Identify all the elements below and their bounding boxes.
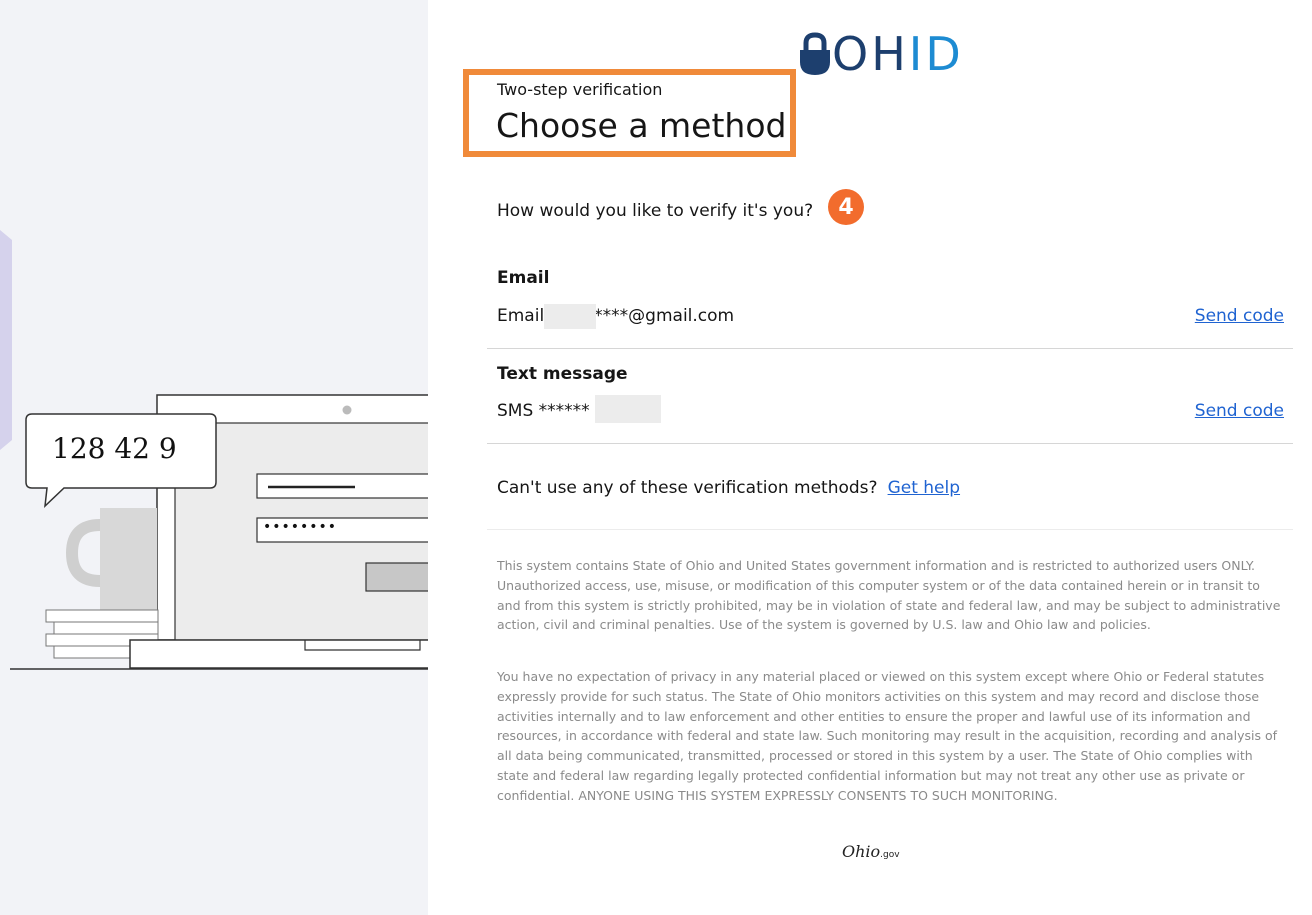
- ohio-gov-logo: Ohio.gov: [842, 842, 900, 861]
- password-dots: ••••••••: [263, 519, 338, 535]
- send-code-sms-link[interactable]: Send code: [1195, 401, 1284, 421]
- redacted-area: [595, 395, 661, 423]
- help-text: Can't use any of these verification meth…: [497, 478, 878, 498]
- sms-masked: ******: [538, 401, 590, 421]
- redacted-area: [544, 304, 596, 329]
- logo-text-oh: OH: [832, 27, 909, 81]
- method-value-email: Email ****@gmail.com: [497, 306, 734, 326]
- get-help-link[interactable]: Get help: [888, 478, 960, 498]
- send-code-email-link[interactable]: Send code: [1195, 306, 1284, 326]
- logo-text-id: ID: [908, 27, 964, 81]
- email-masked: ****@gmail.com: [594, 306, 735, 326]
- divider: [487, 529, 1293, 530]
- help-line: Can't use any of these verification meth…: [497, 478, 960, 498]
- method-label-sms: Text message: [497, 364, 628, 384]
- verify-question: How would you like to verify it's you?: [497, 201, 814, 221]
- legal-notice-1: This system contains State of Ohio and U…: [497, 558, 1281, 633]
- divider: [487, 348, 1293, 349]
- ohid-logo: OHID: [798, 26, 964, 82]
- page-eyebrow: Two-step verification: [497, 80, 663, 99]
- method-label-email: Email: [497, 268, 550, 288]
- lock-icon: [800, 32, 830, 75]
- code-bubble-text: 128 42 9: [52, 432, 177, 465]
- legal-notice-2: You have no expectation of privacy in an…: [497, 669, 1277, 803]
- divider: [487, 443, 1293, 444]
- illustration-panel: 128 42 9 ••••••••: [0, 0, 428, 915]
- sms-prefix: SMS: [497, 401, 534, 421]
- step-badge: 4: [828, 189, 864, 225]
- email-prefix: Email: [497, 306, 545, 326]
- page-title: Choose a method: [496, 106, 787, 145]
- method-value-sms: SMS ******: [497, 401, 590, 421]
- verification-form: OHID Two-step verification Choose a meth…: [428, 0, 1312, 915]
